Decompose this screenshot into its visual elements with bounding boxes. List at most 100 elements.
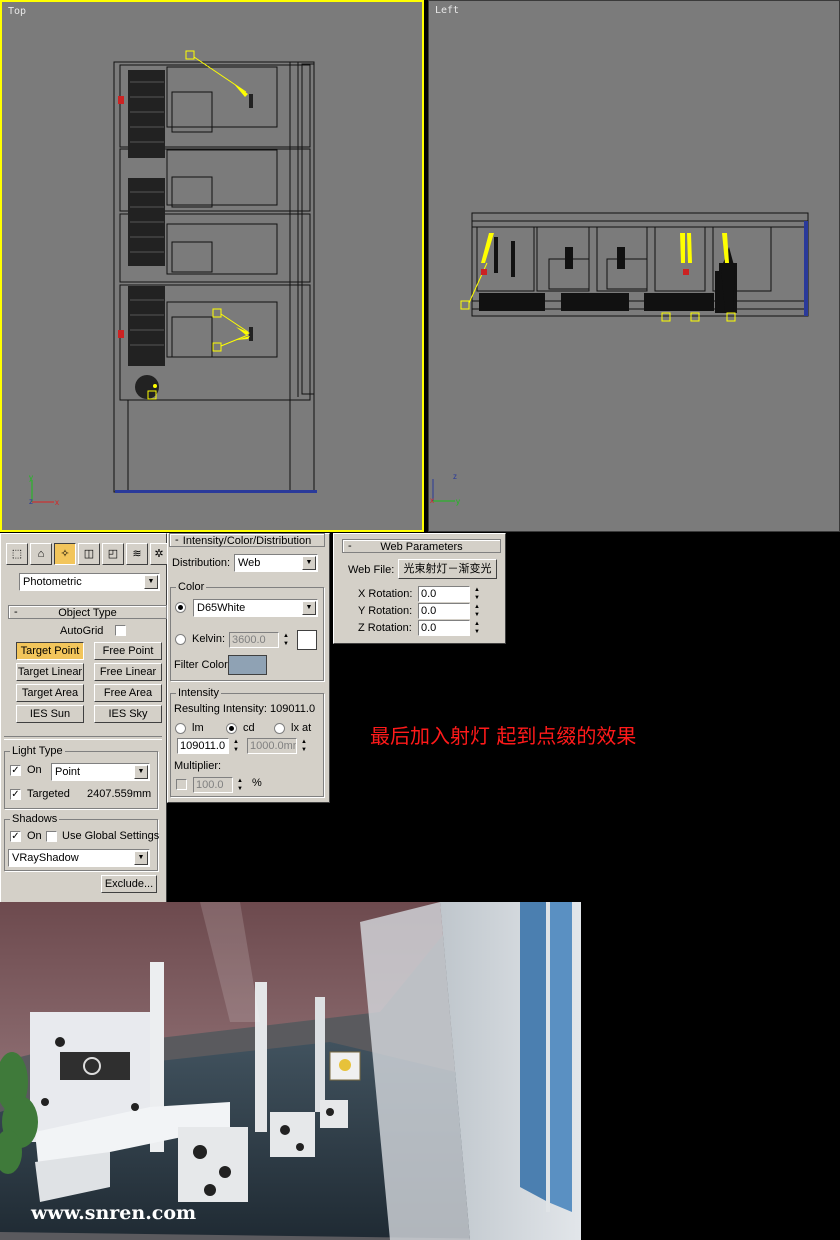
svg-text:y: y (29, 473, 33, 482)
multiplier-spinner[interactable]: ▲ ▼ (235, 777, 245, 793)
global-settings-label: Use Global Settings (62, 830, 160, 842)
chevron-down-icon: ▼ (144, 575, 158, 589)
light-type-value: Point (55, 766, 81, 778)
chevron-down-icon: ▼ (302, 601, 316, 615)
y-rotation-input[interactable]: 0.0 (418, 603, 470, 619)
create-tabs-toolbar: ⬚ ⌂ ✧ ◫ ◰ ≋ ✲ (6, 543, 168, 565)
z-rotation-label: Z Rotation: (358, 622, 412, 634)
left-axis-gizmo: z y x (430, 472, 460, 506)
kelvin-spinner[interactable]: ▲ ▼ (281, 632, 291, 648)
cd-label: cd (243, 722, 255, 734)
kelvin-input[interactable]: 3600.0 (229, 632, 279, 648)
free-area-button[interactable]: Free Area (94, 684, 162, 702)
shapes-icon[interactable]: ⌂ (30, 543, 52, 565)
lx-label: lx at (291, 722, 312, 734)
caption-text: 最后加入射灯 起到点缀的效果 (370, 724, 637, 748)
watermark-text: www.snren.com (31, 1202, 197, 1224)
light-on-label: On (27, 764, 42, 776)
z-rotation-input[interactable]: 0.0 (418, 620, 470, 636)
intensity-spinner[interactable]: ▲ ▼ (231, 738, 241, 754)
geometry-icon[interactable]: ⬚ (6, 543, 28, 565)
light-on-checkbox[interactable]: ✓ (10, 765, 21, 776)
category-dropdown[interactable]: Photometric ▼ (19, 573, 160, 591)
target-linear-button[interactable]: Target Linear (16, 663, 84, 681)
global-settings-checkbox[interactable] (46, 831, 57, 842)
svg-text:z: z (29, 497, 33, 506)
web-parameters-title: Web Parameters (380, 541, 463, 553)
exclude-button[interactable]: Exclude... (101, 875, 157, 893)
web-file-button[interactable]: 光束射灯－渐变光 (398, 559, 497, 579)
color-preset-value: D65White (197, 602, 246, 614)
left-viewport-wireframe: z y x (430, 212, 809, 506)
lm-radio[interactable] (175, 723, 186, 734)
rollout-divider (4, 736, 162, 740)
light-type-dropdown[interactable]: Point ▼ (51, 763, 150, 781)
svg-text:y: y (456, 497, 460, 506)
cameras-icon[interactable]: ◫ (78, 543, 100, 565)
kelvin-label: Kelvin: (192, 633, 226, 645)
distribution-dropdown[interactable]: Web ▼ (234, 554, 318, 572)
color-title: Color (176, 581, 207, 593)
targeted-checkbox[interactable]: ✓ (10, 789, 21, 800)
targeted-label: Targeted (27, 788, 70, 800)
intensity-header[interactable]: - Intensity/Color/Distribution (169, 533, 325, 547)
shadow-type-value: VRayShadow (12, 852, 79, 864)
axis-gizmo: y x z (29, 473, 59, 507)
shadows-title: Shadows (10, 813, 60, 825)
y-rotation-spinner[interactable]: ▲ ▼ (472, 603, 482, 619)
left-viewport[interactable]: Left z y x (428, 0, 840, 532)
svg-text:x: x (55, 498, 59, 507)
multiplier-checkbox[interactable] (176, 779, 187, 790)
svg-text:z: z (453, 472, 457, 481)
cd-radio[interactable] (226, 723, 237, 734)
free-linear-button[interactable]: Free Linear (94, 663, 162, 681)
object-type-header[interactable]: - Object Type (8, 605, 167, 619)
lx-distance-spinner[interactable]: ▲ ▼ (299, 738, 309, 754)
target-area-button[interactable]: Target Area (16, 684, 84, 702)
kelvin-radio[interactable] (175, 634, 186, 645)
systems-icon[interactable]: ✲ (150, 543, 168, 565)
render-illustration (0, 902, 581, 1240)
light-type-title: Light Type (10, 745, 65, 757)
z-rotation-spinner[interactable]: ▲ ▼ (472, 620, 482, 636)
web-parameters-header[interactable]: - Web Parameters (342, 539, 501, 553)
intensity-title: Intensity (176, 687, 221, 699)
svg-text:x: x (430, 496, 434, 505)
distribution-value: Web (238, 557, 261, 569)
helpers-icon[interactable]: ◰ (102, 543, 124, 565)
autogrid-label: AutoGrid (60, 625, 104, 637)
x-rotation-spinner[interactable]: ▲ ▼ (472, 586, 482, 602)
shadow-type-dropdown[interactable]: VRayShadow ▼ (8, 849, 150, 867)
percent-label: % (252, 777, 262, 789)
color-preset-dropdown[interactable]: D65White ▼ (193, 599, 318, 617)
ies-sky-button[interactable]: IES Sky (94, 705, 162, 723)
y-rotation-label: Y Rotation: (358, 605, 413, 617)
filter-color-swatch[interactable] (228, 655, 267, 675)
chevron-down-icon: ▼ (302, 556, 316, 570)
web-file-label: Web File: (348, 564, 395, 576)
target-point-button[interactable]: Target Point (16, 642, 84, 660)
lx-distance-input[interactable]: 1000.0mm (247, 738, 297, 754)
intensity-header-title: Intensity/Color/Distribution (182, 535, 312, 547)
x-rotation-label: X Rotation: (358, 588, 413, 600)
intensity-input[interactable]: 109011.0 (177, 738, 229, 754)
kelvin-color-swatch[interactable] (297, 630, 317, 650)
multiplier-input[interactable]: 100.0 (193, 777, 233, 793)
resulting-intensity-label: Resulting Intensity: 109011.0 (174, 703, 316, 715)
lx-radio[interactable] (274, 723, 285, 734)
autogrid-checkbox[interactable] (115, 625, 126, 636)
lights-icon[interactable]: ✧ (54, 543, 76, 565)
top-viewport-wireframe: y x z (29, 50, 317, 507)
shadows-on-checkbox[interactable]: ✓ (10, 831, 21, 842)
collapse-icon: - (14, 606, 18, 618)
ies-sun-button[interactable]: IES Sun (16, 705, 84, 723)
spacewarps-icon[interactable]: ≋ (126, 543, 148, 565)
collapse-icon: - (348, 540, 352, 552)
preset-radio[interactable] (175, 602, 186, 613)
collapse-icon: - (175, 534, 179, 546)
multiplier-label: Multiplier: (174, 760, 222, 772)
render-preview: www.snren.com (0, 902, 581, 1240)
x-rotation-input[interactable]: 0.0 (418, 586, 470, 602)
free-point-button[interactable]: Free Point (94, 642, 162, 660)
top-viewport[interactable]: Top y x z (0, 0, 424, 532)
